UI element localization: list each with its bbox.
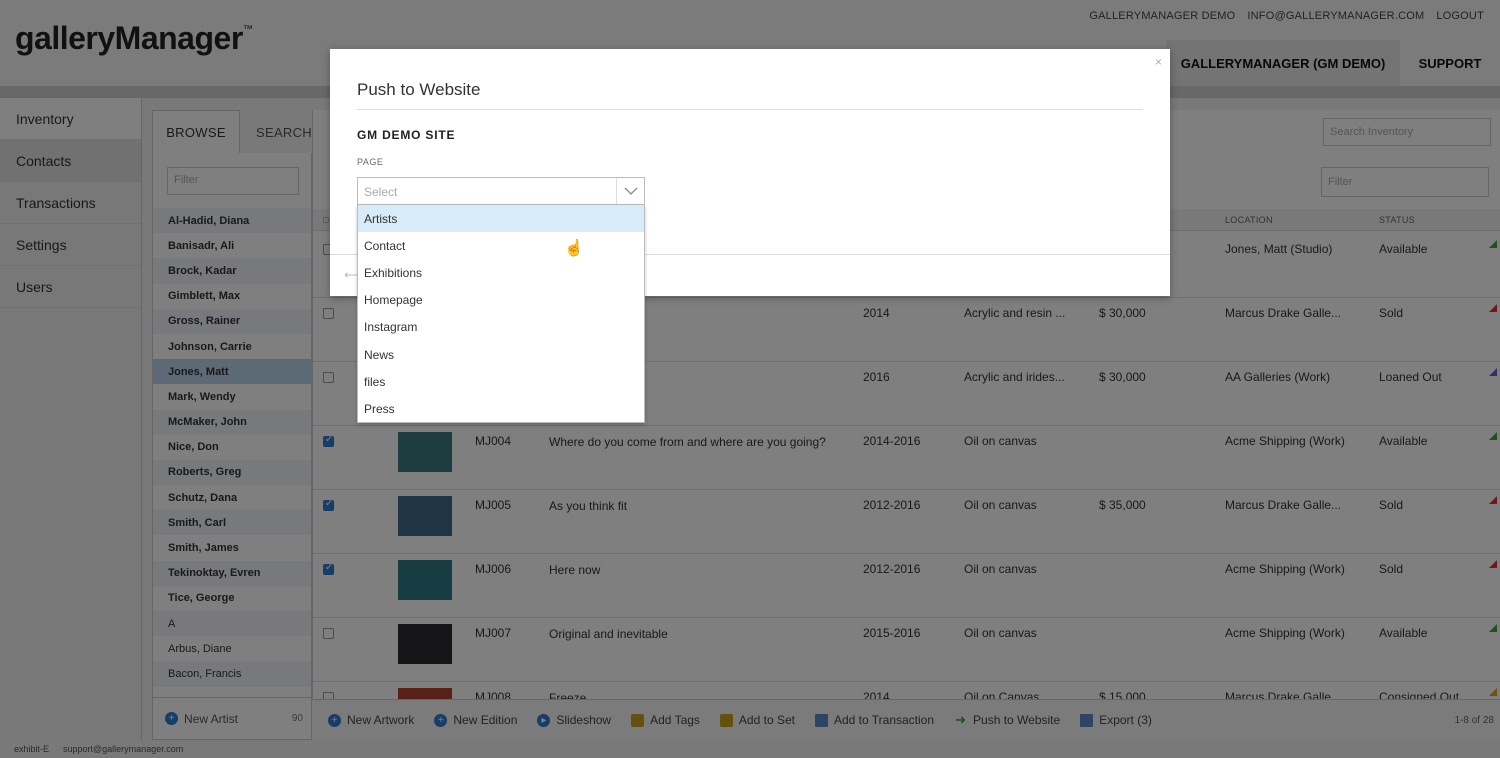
modal-title: Push to Website xyxy=(357,80,481,99)
page-options-dropdown: Artists Contact Exhibitions Homepage Instagr… xyxy=(357,205,645,423)
page-select[interactable]: Select xyxy=(357,177,645,205)
select-placeholder: Select xyxy=(364,185,398,199)
chevron-down-icon[interactable] xyxy=(616,178,644,204)
option-exhibitions[interactable]: Exhibitions xyxy=(358,259,644,286)
pointer-cursor-icon: ☝ xyxy=(564,240,584,257)
option-homepage[interactable]: Homepage xyxy=(358,287,644,314)
page-label: PAGE xyxy=(357,157,384,167)
option-files[interactable]: files xyxy=(358,368,644,395)
option-news[interactable]: News xyxy=(358,341,644,368)
option-contact[interactable]: Contact xyxy=(358,232,644,259)
option-artists[interactable]: Artists xyxy=(358,205,644,233)
option-instagram[interactable]: Instagram xyxy=(358,314,644,341)
close-icon[interactable]: × xyxy=(1155,55,1162,69)
modal-divider xyxy=(357,109,1143,110)
option-press[interactable]: Press xyxy=(358,395,644,422)
site-name: GM DEMO SITE xyxy=(357,128,456,142)
